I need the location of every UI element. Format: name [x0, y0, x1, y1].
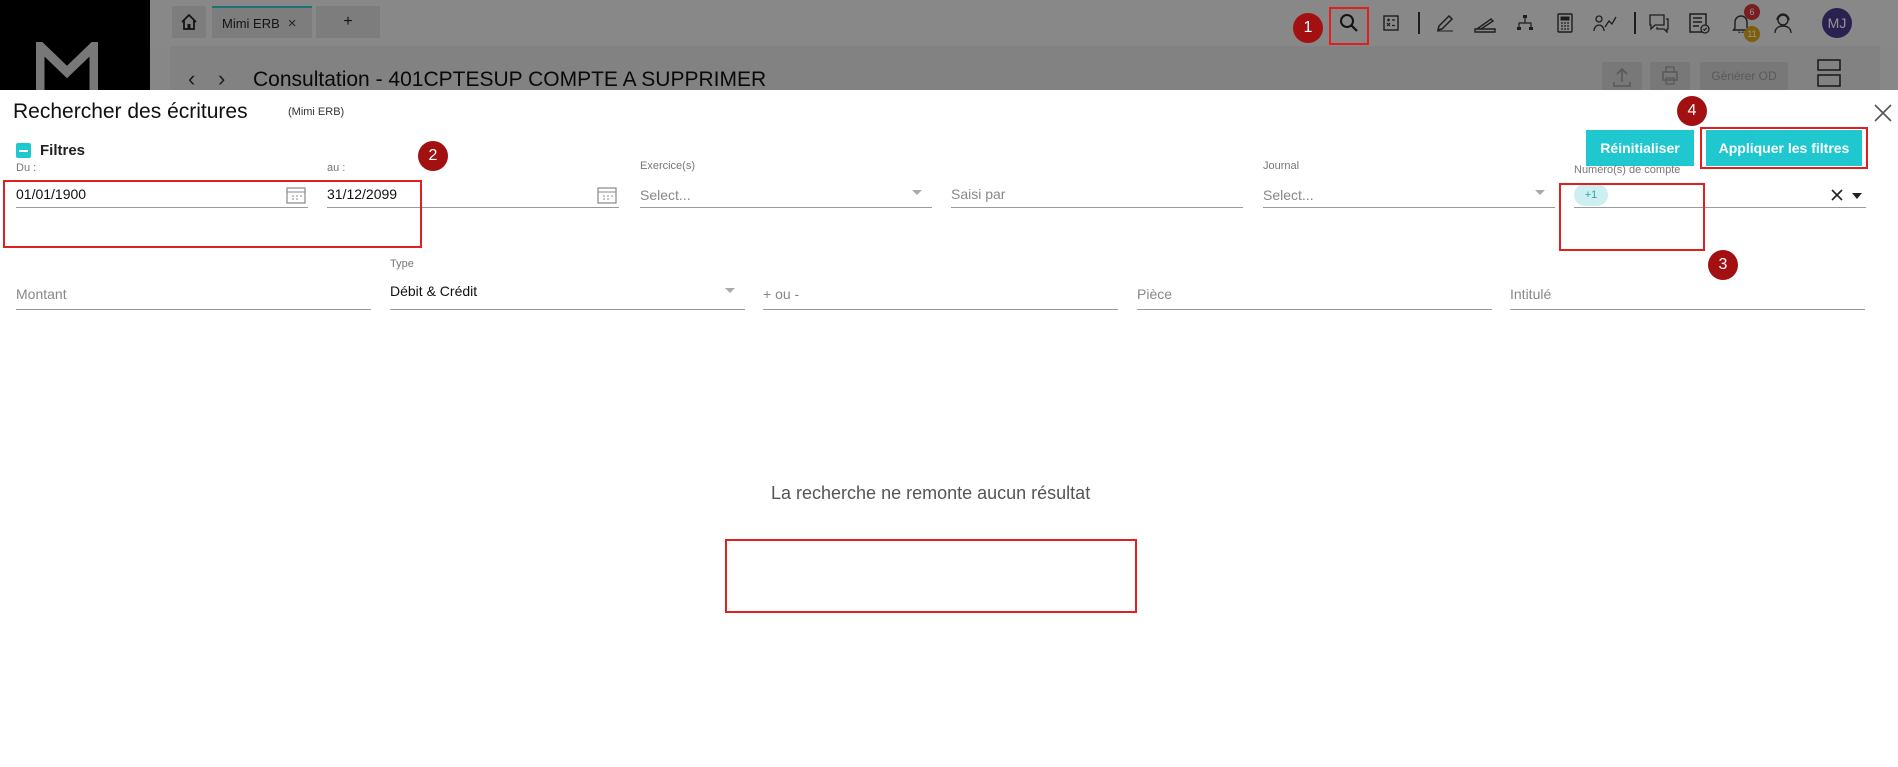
sign-input[interactable]: + ou -	[763, 268, 1118, 310]
account-numbers-label: Numéro(s) de compte	[1574, 164, 1681, 176]
saisi-par-placeholder: Saisi par	[951, 186, 1006, 202]
exercice-label: Exercice(s)	[640, 160, 696, 172]
type-value: Débit & Crédit	[390, 283, 478, 299]
date-from-field[interactable]: Du : 01/01/1900	[16, 160, 308, 208]
modal-backdrop[interactable]	[0, 0, 1898, 90]
calendar-icon[interactable]	[597, 186, 617, 204]
collapse-minus-icon[interactable]	[16, 143, 31, 158]
clear-icon[interactable]	[1830, 188, 1844, 202]
exercice-placeholder: Select...	[640, 187, 691, 203]
reset-button[interactable]: Réinitialiser	[1586, 130, 1694, 166]
journal-select[interactable]: Journal Select...	[1263, 160, 1555, 208]
search-entries-panel: Rechercher des écritures (Mimi ERB) Filt…	[0, 90, 1898, 767]
type-label: Type	[390, 258, 414, 270]
panel-title: Rechercher des écritures	[13, 100, 248, 123]
calendar-icon[interactable]	[286, 186, 306, 204]
journal-placeholder: Select...	[1263, 187, 1314, 203]
filters-toggle[interactable]: Filtres	[16, 142, 85, 159]
annotation-marker-3: 3	[1708, 250, 1738, 280]
filters-label: Filtres	[40, 142, 86, 159]
chevron-down-icon[interactable]	[912, 190, 922, 195]
date-to-label: au :	[327, 162, 346, 174]
piece-placeholder: Pièce	[1137, 286, 1173, 302]
amount-placeholder: Montant	[16, 286, 67, 302]
label-input[interactable]: Intitulé	[1510, 268, 1865, 310]
close-icon[interactable]	[1872, 102, 1894, 124]
dropdown-arrow-icon[interactable]	[1852, 193, 1862, 199]
date-to-field[interactable]: au : 31/12/2099	[327, 160, 619, 208]
amount-input[interactable]: Montant	[16, 268, 371, 310]
chevron-down-icon[interactable]	[1535, 190, 1545, 195]
date-from-label: Du :	[16, 162, 37, 174]
background-app: Mimi ERB × + 6 11 MJ ‹ › Consultation - …	[0, 0, 1898, 91]
account-numbers-select[interactable]: Numéro(s) de compte +1	[1574, 162, 1866, 208]
panel-subtitle: (Mimi ERB)	[288, 106, 345, 118]
annotation-marker-4: 4	[1677, 96, 1707, 126]
apply-filters-button[interactable]: Appliquer les filtres	[1706, 130, 1862, 166]
exercice-select[interactable]: Exercice(s) Select...	[640, 160, 932, 208]
screen: Mimi ERB × + 6 11 MJ ‹ › Consultation - …	[0, 0, 1898, 767]
label-placeholder: Intitulé	[1510, 286, 1552, 302]
journal-label: Journal	[1263, 160, 1300, 172]
date-to-value[interactable]: 31/12/2099	[327, 186, 397, 202]
empty-results-message: La recherche ne remonte aucun résultat	[771, 483, 1091, 503]
piece-input[interactable]: Pièce	[1137, 268, 1492, 310]
sign-placeholder: + ou -	[763, 286, 800, 302]
date-from-value[interactable]: 01/01/1900	[16, 186, 86, 202]
chevron-down-icon[interactable]	[725, 288, 735, 293]
saisi-par-input[interactable]: Saisi par	[951, 160, 1243, 208]
type-select[interactable]: Type Débit & Crédit	[390, 258, 745, 310]
account-count-chip[interactable]: +1	[1574, 184, 1608, 206]
annotation-marker-2: 2	[418, 141, 448, 171]
annotation-marker-1: 1	[1293, 13, 1323, 43]
